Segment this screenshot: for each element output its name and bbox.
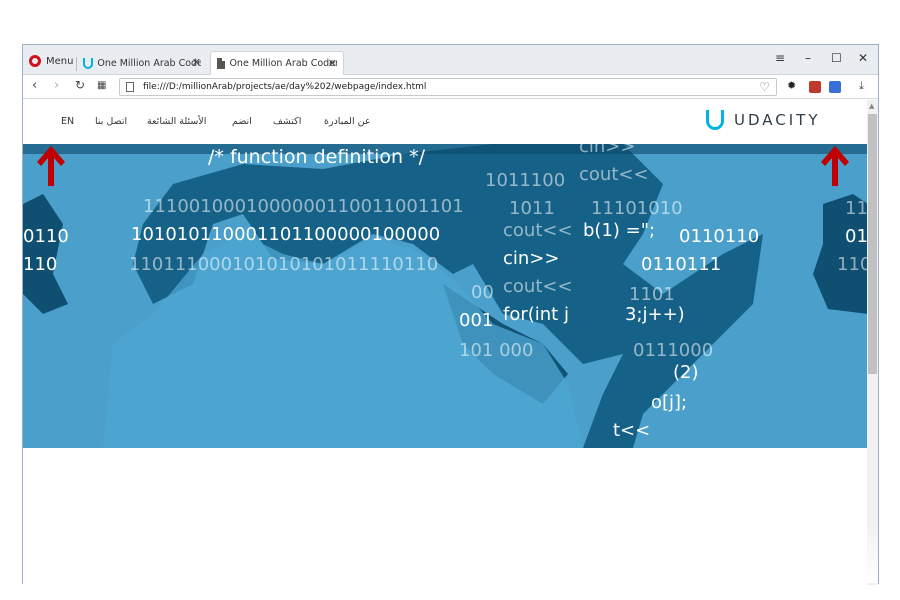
code-line: cout<< (503, 276, 573, 297)
binary-line: 101010110001101100000100000 (131, 224, 441, 245)
settings-gear-icon[interactable]: ✹ (787, 79, 799, 92)
binary-line: 00 (471, 282, 494, 303)
document-icon (217, 58, 226, 69)
binary-line: 110 (837, 254, 868, 275)
binary-line: 101 000 (459, 340, 534, 361)
scroll-thumb[interactable] (868, 114, 877, 374)
translate-icon[interactable] (829, 81, 841, 93)
udacity-logo[interactable]: UDACITY (706, 110, 821, 130)
code-line: for(int j (503, 304, 569, 325)
code-line: t<< (613, 420, 651, 441)
url-field[interactable]: file:///D:/millionArab/projects/ae/day%2… (119, 78, 777, 96)
code-line: 1011100 (485, 170, 566, 191)
back-icon[interactable]: ‹ (32, 78, 37, 93)
window-bottom-fade (23, 523, 878, 583)
code-line: 0110111 (641, 254, 722, 275)
binary-line: 11 (845, 198, 868, 219)
tab-strip: Menu One Million Arab Coders ✕ One Milli… (23, 45, 878, 75)
nav-discover[interactable]: اكتشف (273, 116, 301, 127)
code-line: cin>> (579, 144, 636, 157)
reload-icon[interactable]: ↻ (75, 78, 85, 92)
binary-line: 110111000101010101011110110 (129, 254, 439, 275)
browser-window: Menu One Million Arab Coders ✕ One Milli… (22, 44, 879, 585)
code-line: cin>> (503, 248, 560, 269)
logo-text: UDACITY (734, 111, 821, 129)
code-line: o[j]; (651, 392, 688, 413)
nav-about[interactable]: عن المبادرة (324, 116, 371, 127)
page-viewport: UDACITY عن المبادرة اكتشف انضم الأسئلة ا… (23, 100, 868, 585)
tab-menu-icon[interactable]: ≡ (775, 51, 785, 65)
minimize-icon[interactable]: – (805, 51, 811, 65)
code-line: 0110110 (679, 226, 760, 247)
nav-faq[interactable]: الأسئلة الشائعة (147, 116, 206, 127)
up-arrow-icon[interactable] (819, 144, 851, 188)
code-line: cout<< (503, 220, 573, 241)
code-line: cout<< (579, 164, 649, 185)
code-line: 1011 (509, 198, 555, 219)
close-icon[interactable]: ✕ (192, 56, 201, 69)
binary-line: 001 (459, 310, 494, 331)
close-icon[interactable]: ✕ (328, 57, 337, 70)
tab-title: One Million Arab Coders (97, 57, 201, 69)
forward-icon[interactable]: › (54, 78, 59, 93)
nav-language[interactable]: EN (61, 116, 74, 127)
scroll-up-icon[interactable]: ▲ (869, 102, 874, 110)
maximize-icon[interactable]: ☐ (831, 51, 842, 65)
udacity-favicon-icon (83, 57, 94, 69)
page-scrollbar[interactable]: ▲ (867, 100, 878, 585)
binary-line: 0111000 (633, 340, 714, 361)
tab-active[interactable]: One Million Arab Coders ✕ (210, 51, 344, 75)
site-header: UDACITY عن المبادرة اكتشف انضم الأسئلة ا… (23, 100, 868, 144)
speed-dial-icon[interactable]: ▦ (97, 80, 106, 91)
up-arrow-icon[interactable] (35, 144, 67, 188)
url-text: file:///D:/millionArab/projects/ae/day%2… (143, 82, 427, 92)
window-close-icon[interactable]: ✕ (858, 51, 868, 65)
opera-menu-button[interactable]: Menu (29, 54, 73, 68)
map-background (23, 144, 868, 448)
code-line: b(1) ="; (583, 220, 656, 241)
binary-line: 1110010001000000110011001101 (143, 196, 464, 217)
udacity-logo-icon (706, 110, 724, 130)
download-icon[interactable]: ⤓ (859, 79, 871, 92)
hero-banner: /* function definition */ cin>> cout<< 1… (23, 144, 868, 448)
nav-join[interactable]: انضم (232, 116, 252, 127)
binary-line: 01 (845, 226, 868, 247)
code-line: (2) (673, 362, 699, 383)
page-icon (126, 82, 134, 92)
code-line: 1101 (629, 284, 675, 305)
tab-inactive[interactable]: One Million Arab Coders ✕ (77, 51, 207, 75)
address-bar-row: ‹ › ↻ ▦ file:///D:/millionArab/projects/… (23, 75, 878, 99)
opera-logo-icon (29, 55, 41, 67)
bookmark-heart-icon[interactable]: ♡ (759, 80, 770, 94)
menu-label: Menu (46, 55, 74, 67)
code-line: /* function definition */ (208, 146, 425, 168)
binary-line: 110 (23, 254, 58, 275)
nav-contact[interactable]: اتصل بنا (95, 116, 127, 127)
tab-title: One Million Arab Coders (229, 58, 337, 69)
binary-line: 0110 (23, 226, 69, 247)
code-line: 3;j++) (625, 304, 685, 325)
code-line: 11101010 (591, 198, 683, 219)
adblock-shield-icon[interactable] (809, 81, 821, 93)
